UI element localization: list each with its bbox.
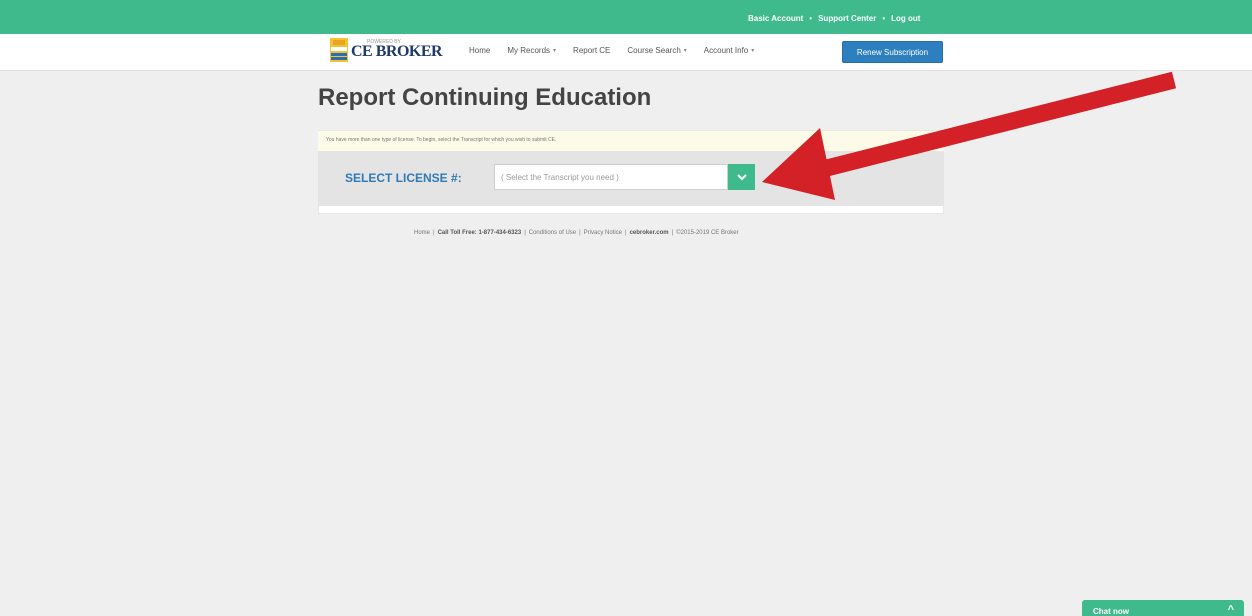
chat-bar[interactable]: Chat now ^ xyxy=(1082,600,1244,616)
nav-account-info[interactable]: Account Info ▾ xyxy=(704,46,755,55)
nav-label: Home xyxy=(469,46,491,55)
chevron-down-icon: ▾ xyxy=(751,48,755,54)
footer-privacy-link[interactable]: Privacy Notice xyxy=(584,230,622,236)
footer-copyright: ©2015-2019 CE Broker xyxy=(676,230,739,236)
chat-widget[interactable]: Chat now ^ xyxy=(1082,599,1244,616)
footer-divider: | xyxy=(524,230,526,236)
nav-label: Course Search xyxy=(627,46,681,55)
nav-label: Account Info xyxy=(703,46,749,55)
footer-home-link[interactable]: Home xyxy=(414,230,430,236)
basic-account-link[interactable]: Basic Account xyxy=(748,14,803,23)
chevron-down-icon xyxy=(736,174,747,181)
notice-banner: You have more than one type of license. … xyxy=(318,131,944,151)
top-links: Basic Account • Support Center • Log out xyxy=(748,12,920,24)
nav-home[interactable]: Home xyxy=(469,46,490,55)
logout-link[interactable]: Log out xyxy=(891,14,920,23)
footer-site-link[interactable]: cebroker.com xyxy=(630,230,669,236)
separator: • xyxy=(882,13,886,23)
transcript-select-toggle[interactable] xyxy=(728,164,755,190)
separator: • xyxy=(809,13,813,23)
main-nav: Home My Records ▾ Report CE Course Searc… xyxy=(469,46,771,55)
top-bar: Basic Account • Support Center • Log out xyxy=(0,0,1252,34)
renew-subscription-button[interactable]: Renew Subscription xyxy=(842,41,943,63)
support-center-link[interactable]: Support Center xyxy=(818,14,876,23)
nav-course-search[interactable]: Course Search ▾ xyxy=(627,46,686,55)
chevron-up-icon[interactable]: ^ xyxy=(1228,604,1234,616)
footer-conditions-link[interactable]: Conditions of Use xyxy=(529,230,576,236)
footer-links: Home | Call Toll Free: 1-877-434-6323 | Co… xyxy=(414,230,739,236)
seal-icon xyxy=(330,38,348,62)
ce-broker-logo[interactable]: POWERED BY CE BROKER xyxy=(330,38,443,64)
nav-my-records[interactable]: My Records ▾ xyxy=(507,46,556,55)
chat-label: Chat now xyxy=(1093,607,1129,616)
select-license-label: SELECT LICENSE #: xyxy=(345,171,462,185)
chevron-down-icon: ▾ xyxy=(683,48,687,54)
page-title: Report Continuing Education xyxy=(318,84,652,111)
nav-label: Report CE xyxy=(573,46,611,55)
footer-divider: | xyxy=(433,230,435,236)
chevron-down-icon: ▾ xyxy=(553,48,557,54)
nav-label: My Records xyxy=(507,46,551,55)
footer-divider: | xyxy=(671,230,674,236)
logo-text: CE BROKER xyxy=(351,43,443,60)
footer-phone: Call Toll Free: 1-877-434-6323 xyxy=(437,230,522,236)
footer-divider: | xyxy=(625,230,627,236)
footer-divider: | xyxy=(579,230,581,236)
nav-report-ce[interactable]: Report CE xyxy=(573,46,610,55)
transcript-select[interactable]: ( Select the Transcript you need ) xyxy=(494,164,728,190)
